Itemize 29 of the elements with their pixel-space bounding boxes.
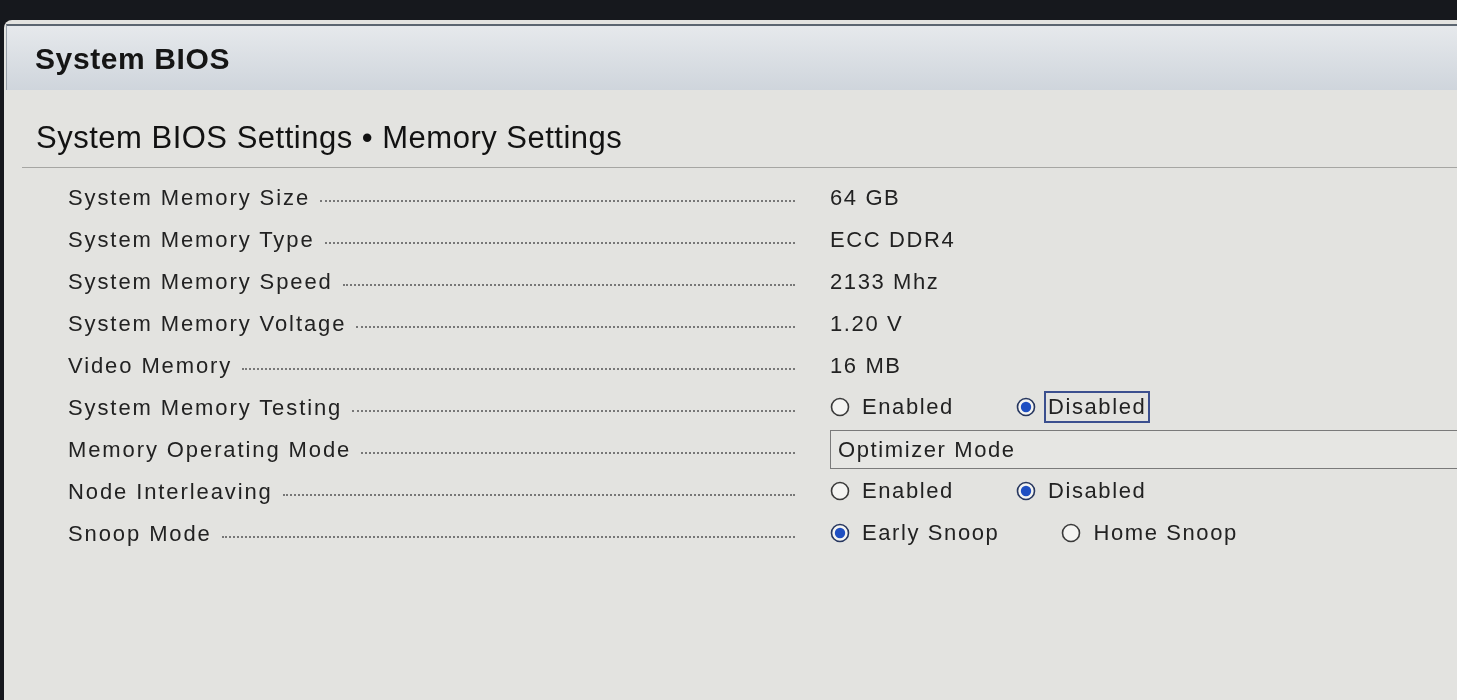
setting-label: Snoop Mode — [68, 519, 212, 548]
setting-label: Video Memory — [68, 351, 233, 380]
setting-label: Node Interleaving — [68, 477, 273, 506]
option-label[interactable]: Disabled — [1043, 391, 1151, 423]
setting-label: System Memory Size — [68, 183, 311, 212]
setting-label: System Memory Type — [68, 225, 315, 254]
radio-button[interactable] — [830, 523, 850, 543]
dropdown-field[interactable]: Optimizer Mode — [830, 429, 1457, 469]
setting-label: System Memory Testing — [68, 393, 343, 422]
setting-label: Memory Operating Mode — [68, 435, 352, 464]
setting-label: System Memory Speed — [68, 267, 333, 296]
radio-button[interactable] — [1015, 397, 1036, 417]
setting-value: 1.20 V — [830, 309, 904, 338]
setting-value: 2133 Mhz — [830, 267, 940, 296]
setting-value: 64 GB — [830, 183, 901, 212]
option-label[interactable]: Early Snoop — [858, 517, 1004, 549]
setting-value: 16 MB — [830, 351, 902, 380]
option-label[interactable]: Disabled — [1043, 475, 1151, 507]
radio-button[interactable] — [830, 481, 850, 501]
setting-value: ECC DDR4 — [830, 225, 956, 254]
window-title: System BIOS — [35, 40, 230, 77]
radio-button[interactable] — [830, 397, 850, 417]
setting-label: System Memory Voltage — [68, 309, 347, 338]
option-label[interactable]: Enabled — [858, 391, 958, 423]
radio-button[interactable] — [1061, 523, 1082, 543]
option-label[interactable]: Enabled — [858, 475, 958, 507]
page-title: System BIOS Settings • Memory Settings — [36, 118, 623, 157]
radio-button[interactable] — [1015, 481, 1036, 501]
option-label[interactable]: Home Snoop — [1089, 517, 1242, 549]
